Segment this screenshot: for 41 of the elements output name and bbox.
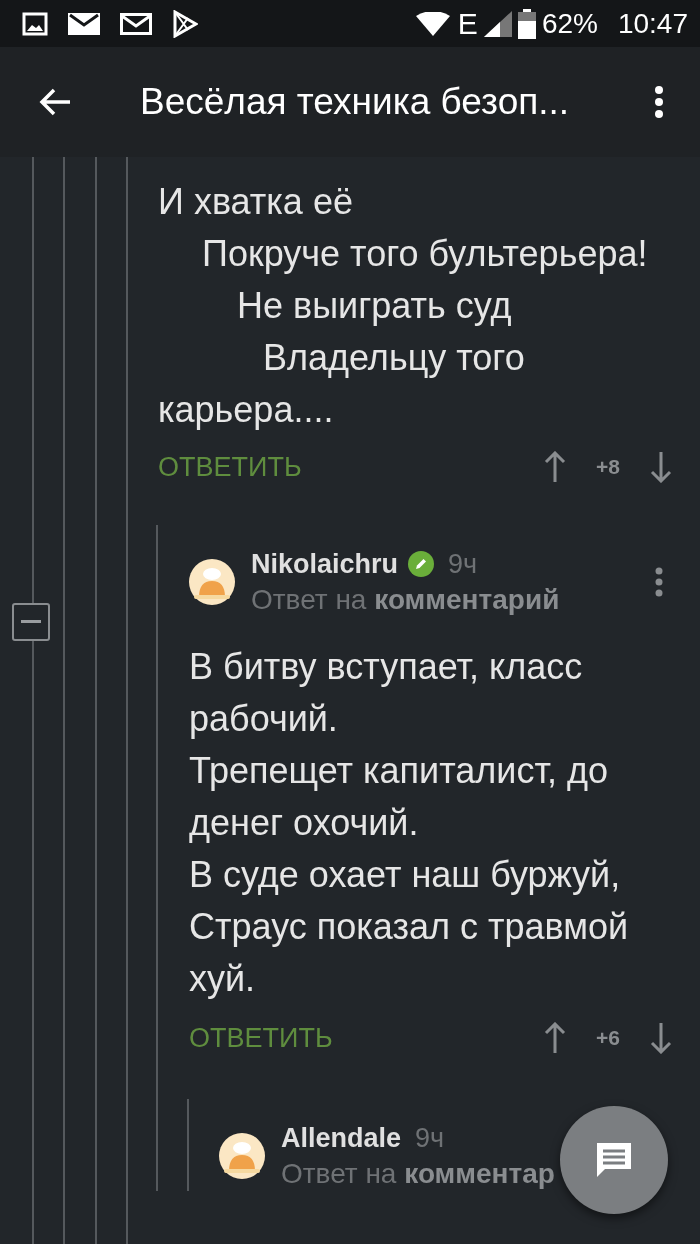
reply-to-text: Ответ на комментар — [281, 1157, 555, 1190]
comment-text-line: карьера.... — [158, 389, 334, 430]
reply-to-text: Ответ на комментарий — [251, 583, 560, 616]
wifi-icon — [415, 11, 450, 36]
comment-text: Страус показал с травмой хуй. — [189, 905, 630, 1001]
comment-text-line: Не выиграть суд — [237, 285, 512, 326]
score: +6 — [596, 1026, 620, 1050]
mail-icon — [120, 11, 152, 36]
play-store-icon — [172, 9, 198, 38]
author-name[interactable]: Nikolaichru — [251, 548, 399, 580]
more-options-icon[interactable] — [654, 86, 664, 118]
avatar[interactable] — [219, 1133, 265, 1179]
author-name[interactable]: Allendale — [281, 1122, 402, 1154]
battery-percent: 62% — [541, 7, 598, 40]
score: +8 — [596, 455, 620, 479]
page-title: Весёлая техника безоп... — [140, 81, 571, 123]
comment-text-line: И хватка её — [158, 181, 353, 222]
collapse-button[interactable] — [12, 603, 50, 641]
downvote-icon[interactable] — [650, 451, 672, 483]
signal-icon — [483, 10, 512, 37]
comment-text-line: Владельцу того — [263, 337, 525, 378]
comment-text: В суде охает наш буржуй, — [189, 853, 622, 897]
mail-icon — [68, 11, 100, 36]
reply-button[interactable]: ОТВЕТИТЬ — [158, 451, 302, 483]
comment-time: 9ч — [448, 548, 478, 580]
upvote-icon[interactable] — [544, 1022, 567, 1054]
minus-icon — [21, 620, 41, 624]
upvote-icon[interactable] — [544, 451, 567, 483]
clock: 10:47 — [617, 7, 688, 40]
comment-text: В битву вступает, класс рабочий. — [189, 645, 584, 741]
comment-menu-icon[interactable] — [654, 567, 664, 597]
network-type: E — [457, 6, 478, 41]
image-icon — [22, 11, 48, 36]
avatar[interactable] — [189, 559, 235, 605]
downvote-icon[interactable] — [650, 1022, 672, 1054]
comment-text: Трепещет капиталист, до денег охочий. — [189, 749, 609, 845]
back-icon[interactable] — [38, 87, 72, 117]
battery-icon — [517, 8, 536, 39]
comment-text-line: Покруче того бультерьера! — [202, 233, 648, 274]
reply-button[interactable]: ОТВЕТИТЬ — [189, 1022, 333, 1054]
comment-time: 9ч — [415, 1122, 445, 1154]
